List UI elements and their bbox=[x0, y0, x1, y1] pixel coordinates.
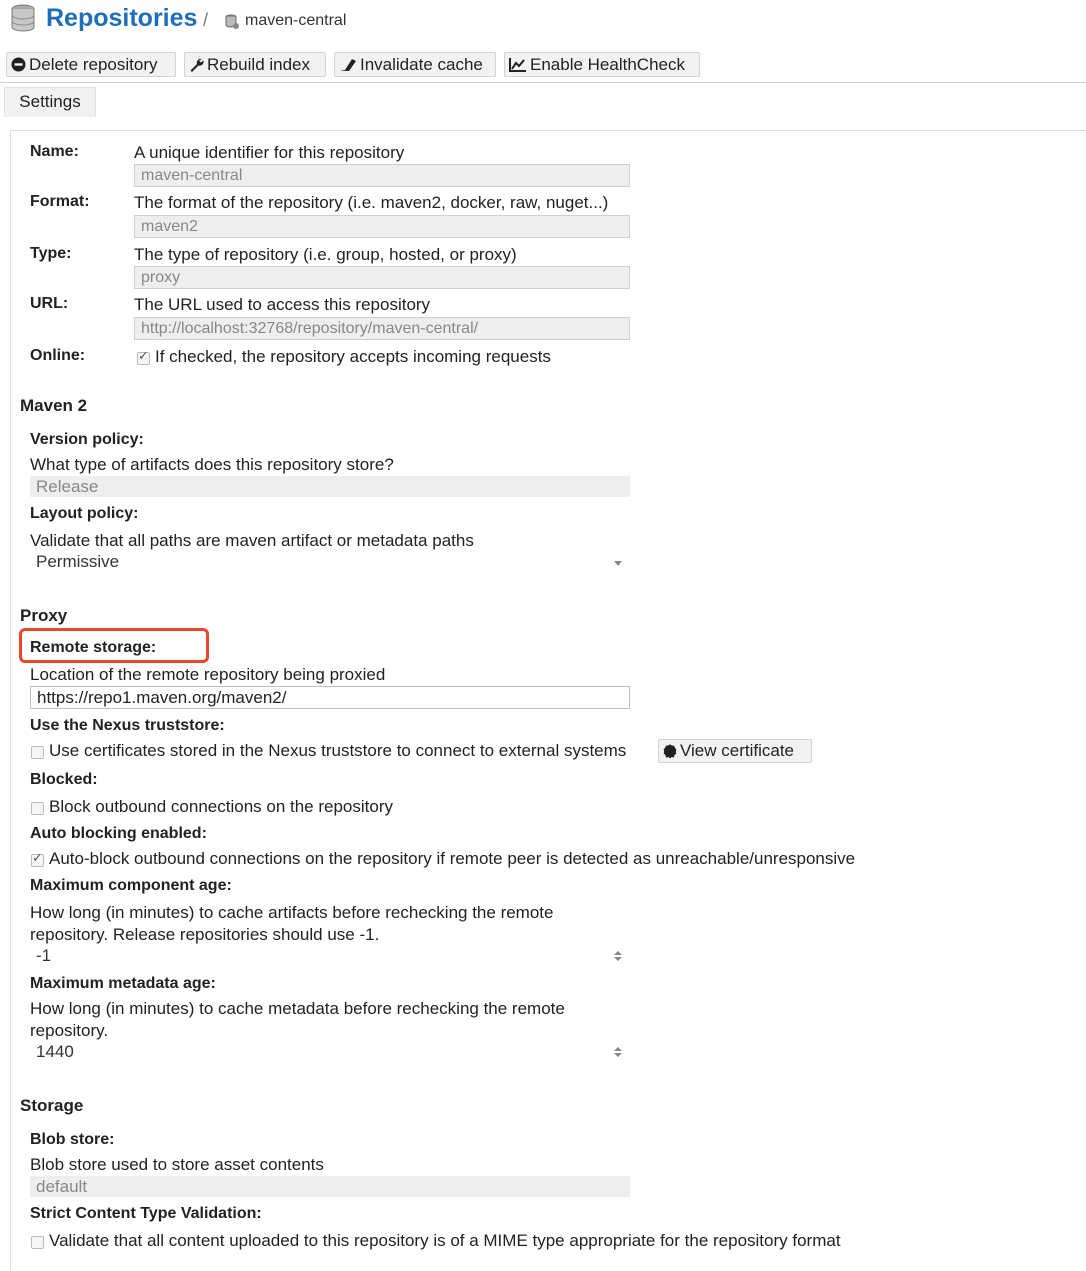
view-certificate-label: View certificate bbox=[680, 741, 795, 760]
format-label: Format: bbox=[30, 193, 90, 210]
name-description: A unique identifier for this repository bbox=[134, 143, 405, 162]
url-description: The URL used to access this repository bbox=[134, 295, 431, 314]
type-description: The type of repository (i.e. group, host… bbox=[134, 245, 517, 264]
version-policy-description: What type of artifacts does this reposit… bbox=[30, 455, 394, 474]
blob-store-field[interactable]: default bbox=[30, 1176, 630, 1197]
online-label: Online: bbox=[30, 347, 86, 364]
eraser-icon bbox=[340, 59, 356, 71]
online-checkbox[interactable] bbox=[137, 348, 150, 365]
repository-icon bbox=[224, 14, 240, 35]
remote-storage-label: Remote storage: bbox=[30, 639, 157, 656]
url-field[interactable]: http://localhost:32768/repository/maven-… bbox=[134, 317, 630, 340]
max-metadata-age-description-line2: repository. bbox=[30, 1021, 109, 1040]
blocked-description: Block outbound connections on the reposi… bbox=[49, 797, 394, 816]
format-description: The format of the repository (i.e. maven… bbox=[134, 193, 609, 212]
max-component-age-description-line1: How long (in minutes) to cache artifacts… bbox=[30, 903, 554, 922]
type-label: Type: bbox=[30, 245, 72, 262]
enable-healthcheck-button[interactable]: Enable HealthCheck bbox=[504, 52, 700, 77]
auto-blocking-label: Auto blocking enabled: bbox=[30, 825, 207, 842]
delete-repository-label: Delete repository bbox=[29, 55, 158, 74]
max-metadata-age-label: Maximum metadata age: bbox=[30, 975, 216, 992]
auto-blocking-description: Auto-block outbound connections on the r… bbox=[49, 849, 856, 868]
truststore-checkbox[interactable] bbox=[31, 746, 44, 759]
delete-repository-button[interactable]: Delete repository bbox=[6, 52, 176, 77]
version-policy-field[interactable]: Release bbox=[30, 476, 630, 497]
wrench-icon bbox=[190, 58, 204, 72]
layout-policy-description: Validate that all paths are maven artifa… bbox=[30, 531, 474, 550]
breadcrumb-separator: / bbox=[203, 10, 209, 30]
auto-blocking-checkbox[interactable] bbox=[31, 850, 44, 867]
spinner-down-icon[interactable] bbox=[614, 957, 622, 961]
layout-policy-label: Layout policy: bbox=[30, 505, 139, 522]
remote-storage-input[interactable]: https://repo1.maven.org/maven2/ bbox=[30, 686, 630, 709]
max-component-age-description-line2: repository. Release repositories should … bbox=[30, 925, 380, 944]
chevron-down-icon[interactable] bbox=[614, 561, 622, 566]
blob-store-description: Blob store used to store asset contents bbox=[30, 1155, 324, 1174]
name-label: Name: bbox=[30, 143, 79, 160]
type-field[interactable]: proxy bbox=[134, 266, 630, 289]
spinner-up-icon[interactable] bbox=[614, 951, 622, 955]
storage-section-heading: Storage bbox=[20, 1096, 84, 1115]
view-certificate-button[interactable]: View certificate bbox=[658, 739, 812, 763]
url-label: URL: bbox=[30, 295, 69, 312]
truststore-description: Use certificates stored in the Nexus tru… bbox=[49, 741, 627, 760]
online-description: If checked, the repository accepts incom… bbox=[155, 347, 551, 366]
format-field[interactable]: maven2 bbox=[134, 215, 630, 238]
blocked-label: Blocked: bbox=[30, 771, 98, 788]
toolbar-divider bbox=[0, 82, 1086, 83]
chart-line-icon bbox=[509, 58, 526, 72]
rebuild-index-label: Rebuild index bbox=[207, 55, 311, 74]
strict-content-type-label: Strict Content Type Validation: bbox=[30, 1205, 262, 1222]
max-component-age-input[interactable]: -1 bbox=[30, 945, 630, 967]
layout-policy-select[interactable]: Permissive bbox=[30, 551, 630, 573]
proxy-section-heading: Proxy bbox=[20, 606, 68, 625]
blocked-checkbox[interactable] bbox=[31, 802, 44, 815]
minus-circle-icon bbox=[11, 57, 26, 72]
certificate-icon bbox=[663, 744, 677, 759]
tab-settings[interactable]: Settings bbox=[4, 87, 96, 117]
enable-healthcheck-label: Enable HealthCheck bbox=[530, 55, 685, 74]
page-title[interactable]: Repositories bbox=[46, 4, 197, 33]
remote-storage-description: Location of the remote repository being … bbox=[30, 665, 386, 684]
rebuild-index-button[interactable]: Rebuild index bbox=[184, 52, 326, 77]
max-metadata-age-description-line1: How long (in minutes) to cache metadata … bbox=[30, 999, 565, 1018]
spinner-up-icon[interactable] bbox=[614, 1047, 622, 1051]
name-field[interactable]: maven-central bbox=[134, 164, 630, 187]
strict-content-type-description: Validate that all content uploaded to th… bbox=[49, 1231, 841, 1250]
invalidate-cache-button[interactable]: Invalidate cache bbox=[334, 52, 496, 77]
blob-store-label: Blob store: bbox=[30, 1131, 115, 1148]
strict-content-type-checkbox[interactable] bbox=[31, 1236, 44, 1249]
truststore-label: Use the Nexus truststore: bbox=[30, 717, 225, 734]
max-metadata-age-input[interactable]: 1440 bbox=[30, 1041, 630, 1063]
maven-section-heading: Maven 2 bbox=[20, 396, 88, 415]
max-component-age-label: Maximum component age: bbox=[30, 877, 232, 894]
breadcrumb-current: maven-central bbox=[245, 12, 347, 29]
invalidate-cache-label: Invalidate cache bbox=[360, 55, 483, 74]
spinner-down-icon[interactable] bbox=[614, 1053, 622, 1057]
version-policy-label: Version policy: bbox=[30, 431, 144, 448]
database-icon bbox=[10, 4, 36, 37]
